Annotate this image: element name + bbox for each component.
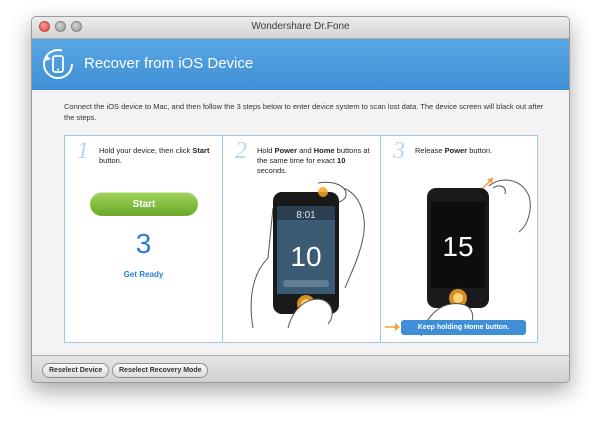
step-instruction: Hold your device, then click Start butto… [99, 146, 210, 165]
reselect-recovery-mode-button[interactable]: Reselect Recovery Mode [112, 363, 209, 378]
step-3: 3 Release Power button. 15 Keep holding … [380, 136, 538, 342]
reselect-device-button[interactable]: Reselect Device [42, 363, 110, 378]
phone-release-illustration: 15 [385, 177, 531, 337]
step-number: 2 [235, 138, 247, 164]
steps-panel: 1 Hold your device, then click Start but… [64, 135, 538, 343]
footer-bar: Reselect Device Reselect Recovery Mode [32, 355, 569, 382]
step-instruction: Hold Power and Home buttons at the same … [257, 146, 370, 175]
title-bar: Wondershare Dr.Fone [32, 17, 569, 39]
home-button-tooltip: Keep holding Home button. [401, 320, 526, 335]
step-number: 3 [393, 138, 405, 164]
step-number: 1 [77, 138, 89, 164]
app-window: Wondershare Dr.Fone Recover from iOS Dev… [31, 16, 570, 383]
status-text: Get Ready [123, 270, 164, 279]
step-instruction: Release Power button. [415, 146, 493, 155]
phone-countdown-number: 15 [442, 231, 473, 262]
step-1: 1 Hold your device, then click Start but… [65, 136, 222, 342]
window-title: Wondershare Dr.Fone [251, 21, 350, 32]
step-2: 2 Hold Power and Home buttons at the sam… [222, 136, 381, 342]
power-button-glow [318, 187, 328, 197]
page-header: Recover from iOS Device [32, 39, 569, 90]
start-button[interactable]: Start [90, 192, 198, 216]
phone-clock-label: 8:01 [296, 210, 316, 221]
countdown-number: 3 [135, 228, 152, 259]
phone-countdown-number: 10 [290, 241, 321, 272]
phone-refresh-icon [43, 49, 73, 79]
page-title: Recover from iOS Device [84, 55, 254, 72]
phone-hold-illustration: 8:01 10 [250, 181, 365, 329]
instructions-text: Connect the iOS device to Mac, and then … [64, 102, 544, 122]
